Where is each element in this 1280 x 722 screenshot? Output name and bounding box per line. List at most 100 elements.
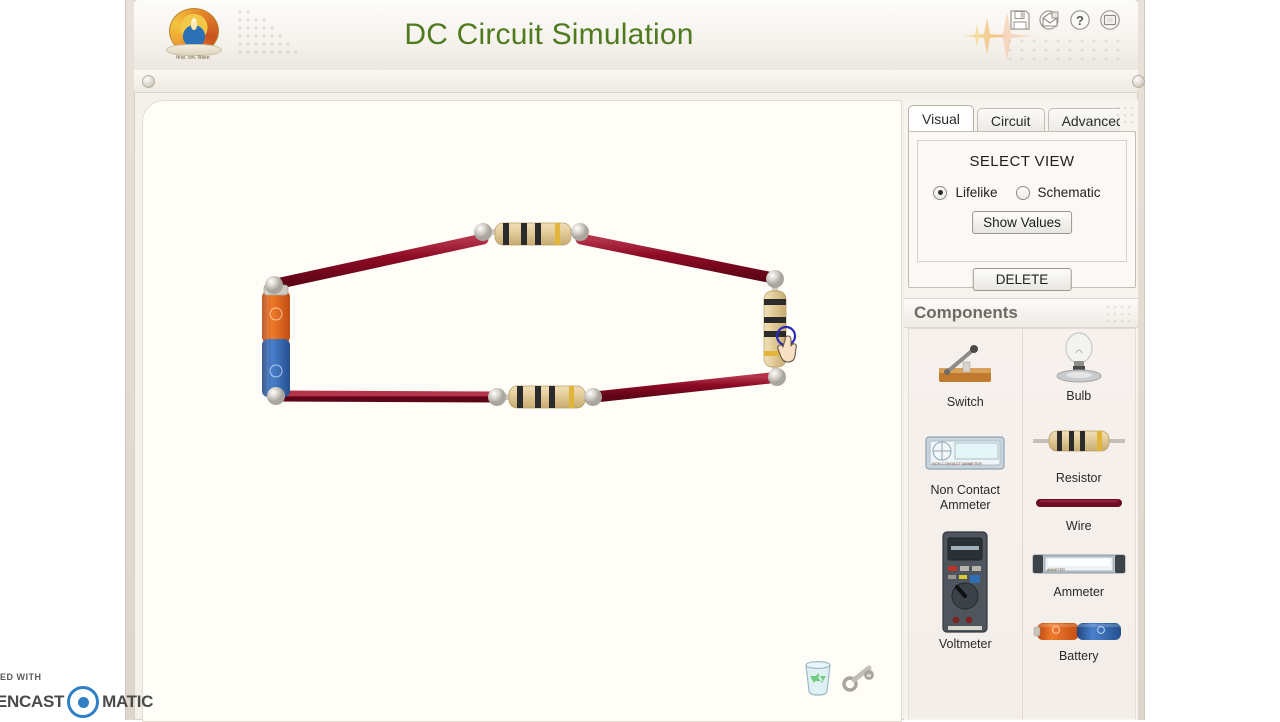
toolbar-strip — [134, 70, 1145, 93]
tab-visual-label: Visual — [922, 111, 960, 127]
components-column-left: Switch NON CONTACT AMMETER Non Contact A… — [909, 329, 1023, 719]
nca-line1: Non Contact — [930, 483, 1000, 497]
battery-component — [262, 284, 290, 397]
component-bulb-label: Bulb — [1066, 389, 1092, 403]
radio-lifelike[interactable] — [933, 185, 948, 200]
screencast-watermark: ED WITH ENCAST MATIC — [0, 672, 153, 720]
select-view-title: SELECT VIEW — [969, 153, 1075, 170]
screen: शिक्षा, ग्राम, विकास DC Circuit Simulati… — [0, 0, 1280, 722]
node-res-right-bottom — [768, 368, 786, 386]
decorative-dots-components — [1106, 305, 1131, 323]
component-ammeter[interactable]: AMMETER Ammeter — [1023, 545, 1136, 600]
non-contact-ammeter-icon: NON CONTACT AMMETER — [909, 425, 1022, 481]
strip-knob-left[interactable] — [142, 75, 155, 88]
resistor-bottom — [499, 385, 595, 409]
open-package-icon[interactable] — [1038, 8, 1062, 32]
component-non-contact-ammeter-label: Non Contact Ammeter — [909, 483, 1022, 513]
select-view-box: SELECT VIEW Lifelike Schematic Show Valu… — [917, 140, 1127, 262]
component-bulb[interactable]: Bulb — [1023, 331, 1136, 404]
wire-bottom-left — [272, 390, 504, 403]
wire-top-left — [270, 233, 489, 290]
node-battery-top — [265, 276, 283, 294]
component-resistor-label: Resistor — [1055, 471, 1102, 485]
switch-icon — [909, 337, 1022, 393]
resistor-icon — [1023, 413, 1136, 469]
component-wire-label: Wire — [1065, 519, 1092, 533]
tab-circuit[interactable]: Circuit — [976, 108, 1045, 132]
visual-tab-panel: SELECT VIEW Lifelike Schematic Show Valu… — [908, 131, 1136, 291]
wire-bottom-right — [589, 371, 785, 403]
recycle-bin-icon[interactable] — [805, 660, 831, 696]
page-title: DC Circuit Simulation — [404, 18, 694, 51]
watermark-text-right: MATIC — [102, 692, 154, 711]
ammeter-caption: AMMETER — [1047, 568, 1065, 572]
strip-knob-right[interactable] — [1132, 75, 1145, 88]
resistor-right — [763, 281, 787, 377]
node-group — [265, 223, 786, 406]
node-res-top-left — [474, 223, 492, 241]
radio-schematic-label: Schematic — [1037, 185, 1101, 200]
emblem-caption: शिक्षा, ग्राम, विकास — [176, 55, 210, 60]
institution-logo: शिक्षा, ग्राम, विकास — [166, 8, 222, 64]
tab-visual[interactable]: Visual — [908, 105, 974, 132]
component-battery[interactable]: Battery — [1023, 615, 1136, 664]
battery-icon — [1023, 615, 1136, 647]
watermark-main: ENCAST MATIC — [0, 686, 153, 718]
node-res-top-right — [571, 223, 589, 241]
right-panel: Visual Circuit Advanced SELECT VIEW Life… — [904, 100, 1138, 720]
non-contact-ammeter-caption: NON CONTACT AMMETER — [932, 461, 982, 466]
component-voltmeter[interactable]: Voltmeter — [909, 529, 1022, 652]
delete-button[interactable]: DELETE — [972, 268, 1072, 291]
tab-circuit-label: Circuit — [990, 112, 1031, 129]
radio-schematic[interactable] — [1015, 185, 1030, 200]
app-header: शिक्षा, ग्राम, विकास DC Circuit Simulati… — [134, 0, 1138, 71]
wire-icon — [1023, 489, 1136, 517]
show-values-button[interactable]: Show Values — [972, 211, 1072, 234]
watermark-line1: ED WITH — [0, 672, 42, 682]
decorative-dots-header — [1008, 39, 1120, 61]
canvas-tools — [805, 660, 874, 696]
component-ammeter-label: Ammeter — [1053, 585, 1105, 599]
component-wire[interactable]: Wire — [1023, 489, 1136, 534]
components-list: Switch NON CONTACT AMMETER Non Contact A… — [908, 328, 1136, 719]
view-mode-radio-group: Lifelike Schematic — [918, 185, 1126, 200]
wire-group — [270, 233, 785, 403]
component-non-contact-ammeter[interactable]: NON CONTACT AMMETER Non Contact Ammeter — [909, 425, 1022, 513]
wire-top-right — [575, 233, 784, 285]
component-switch[interactable]: Switch — [909, 337, 1022, 410]
component-battery-label: Battery — [1058, 649, 1099, 663]
svg-text:?: ? — [1076, 13, 1084, 28]
tab-advanced[interactable]: Advanced — [1047, 108, 1120, 132]
application-frame: शिक्षा, ग्राम, विकास DC Circuit Simulati… — [125, 0, 1145, 722]
key-icon[interactable] — [842, 665, 874, 692]
radio-lifelike-label: Lifelike — [955, 185, 998, 200]
components-column-right: Bulb Resistor Wire AMMETER Ammeter Batte… — [1023, 329, 1136, 719]
window-icon[interactable] — [1098, 8, 1122, 32]
tab-bar: Visual Circuit Advanced — [908, 105, 1123, 132]
ammeter-icon: AMMETER — [1023, 545, 1136, 583]
component-switch-label: Switch — [946, 395, 984, 409]
component-voltmeter-label: Voltmeter — [938, 637, 992, 651]
circuit-diagram[interactable] — [143, 101, 901, 721]
components-header-label: Components — [914, 303, 1018, 322]
application-inner: शिक्षा, ग्राम, विकास DC Circuit Simulati… — [134, 0, 1145, 722]
tab-advanced-label: Advanced — [1061, 112, 1120, 129]
circuit-canvas[interactable] — [142, 100, 902, 722]
decorative-dots-tabs — [1116, 106, 1134, 124]
save-icon[interactable] — [1008, 8, 1032, 32]
node-res-right-top — [766, 270, 784, 288]
node-battery-bottom — [267, 387, 285, 405]
node-res-bottom-right — [584, 388, 602, 406]
components-header: Components — [904, 298, 1138, 328]
watermark-text-left: ENCAST — [0, 692, 65, 711]
nca-line2: Ammeter — [939, 498, 991, 512]
component-resistor[interactable]: Resistor — [1023, 413, 1136, 486]
header-icon-group: ? — [1008, 8, 1122, 32]
watermark-ring-icon — [67, 686, 100, 718]
bulb-icon — [1023, 331, 1136, 387]
resistor-top — [485, 222, 581, 246]
node-res-bottom-left — [488, 388, 506, 406]
help-icon[interactable]: ? — [1068, 8, 1092, 32]
voltmeter-icon — [909, 529, 1022, 635]
decorative-dots-triangle — [238, 10, 298, 54]
